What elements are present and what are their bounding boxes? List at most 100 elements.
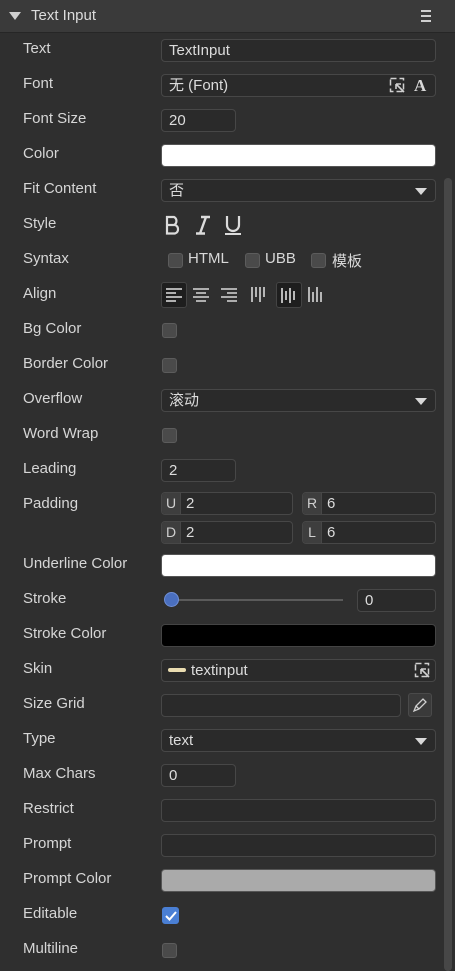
fit-content-select[interactable]: 否 bbox=[161, 179, 436, 202]
label-border-color: Border Color bbox=[23, 355, 109, 372]
size-grid-input[interactable] bbox=[161, 694, 401, 717]
label-size-grid: Size Grid bbox=[23, 695, 85, 712]
row-syntax: Syntax HTML UBB 模板 bbox=[0, 243, 455, 278]
row-max-chars: Max Chars 0 bbox=[0, 758, 455, 793]
syntax-html-label: HTML bbox=[188, 250, 229, 267]
label-syntax: Syntax bbox=[23, 250, 69, 267]
label-word-wrap: Word Wrap bbox=[23, 425, 99, 442]
restrict-input[interactable] bbox=[161, 799, 436, 822]
label-align: Align bbox=[23, 285, 57, 302]
row-align: Align bbox=[0, 278, 455, 313]
word-wrap-checkbox[interactable] bbox=[162, 428, 177, 443]
leading-input[interactable]: 2 bbox=[161, 459, 236, 482]
stroke-input[interactable]: 0 bbox=[357, 589, 436, 612]
row-stroke-color: Stroke Color bbox=[0, 618, 455, 653]
row-style: Style bbox=[0, 208, 455, 243]
valign-middle-button[interactable] bbox=[276, 282, 302, 308]
row-leading: Leading 2 bbox=[0, 453, 455, 488]
row-bg-color: Bg Color bbox=[0, 313, 455, 348]
label-underline-color: Underline Color bbox=[23, 555, 128, 572]
padding-top-prefix: U bbox=[162, 493, 181, 514]
overflow-select[interactable]: 滚动 bbox=[161, 389, 436, 412]
row-word-wrap: Word Wrap bbox=[0, 418, 455, 453]
padding-right-value: 6 bbox=[327, 495, 336, 512]
label-text: Text bbox=[23, 40, 51, 57]
stroke-slider-handle[interactable] bbox=[164, 592, 179, 607]
label-color: Color bbox=[23, 145, 59, 162]
row-border-color: Border Color bbox=[0, 348, 455, 383]
padding-right-prefix: R bbox=[303, 493, 322, 514]
padding-bottom-input[interactable]: D 2 bbox=[161, 521, 293, 544]
label-stroke: Stroke bbox=[23, 590, 67, 607]
prompt-color-swatch[interactable] bbox=[161, 869, 436, 892]
row-restrict: Restrict bbox=[0, 793, 455, 828]
row-font: Font 无 (Font) A bbox=[0, 68, 455, 103]
font-value: 无 (Font) bbox=[169, 77, 229, 94]
type-select[interactable]: text bbox=[161, 729, 436, 752]
font-letter-icon[interactable]: A bbox=[413, 76, 429, 94]
row-size-grid: Size Grid bbox=[0, 688, 455, 723]
valign-middle-icon bbox=[281, 288, 295, 303]
pick-resource-icon[interactable] bbox=[414, 662, 431, 679]
align-center-icon[interactable] bbox=[193, 288, 209, 302]
italic-icon[interactable] bbox=[193, 214, 213, 236]
label-stroke-color: Stroke Color bbox=[23, 625, 107, 642]
align-right-icon[interactable] bbox=[221, 288, 237, 302]
valign-top-icon[interactable] bbox=[251, 286, 268, 303]
row-underline-color: Underline Color bbox=[0, 548, 455, 583]
bg-color-checkbox[interactable] bbox=[162, 323, 177, 338]
align-left-button[interactable] bbox=[161, 282, 187, 308]
menu-icon[interactable] bbox=[421, 10, 431, 25]
padding-right-input[interactable]: R 6 bbox=[302, 492, 436, 515]
label-editable: Editable bbox=[23, 905, 78, 922]
chevron-down-icon bbox=[415, 188, 427, 195]
label-font: Font bbox=[23, 75, 54, 92]
editable-checkbox[interactable] bbox=[162, 907, 179, 924]
pick-target-icon[interactable] bbox=[389, 77, 406, 94]
stroke-slider-track[interactable] bbox=[172, 599, 343, 601]
underline-icon[interactable] bbox=[223, 214, 243, 236]
border-color-checkbox[interactable] bbox=[162, 358, 177, 373]
skin-field[interactable]: textinput bbox=[161, 659, 436, 682]
syntax-template-checkbox[interactable] bbox=[311, 253, 326, 268]
overflow-value: 滚动 bbox=[169, 392, 200, 409]
padding-bottom-value: 2 bbox=[186, 524, 195, 541]
syntax-ubb-checkbox[interactable] bbox=[245, 253, 260, 268]
label-bg-color: Bg Color bbox=[23, 320, 82, 337]
valign-bottom-icon[interactable] bbox=[308, 286, 325, 303]
fit-content-value: 否 bbox=[169, 182, 185, 199]
skin-image-icon bbox=[168, 668, 186, 672]
row-overflow: Overflow 滚动 bbox=[0, 383, 455, 418]
row-padding: Padding U 2 R 6 D 2 L 6 bbox=[0, 488, 455, 548]
label-leading: Leading bbox=[23, 460, 77, 477]
svg-text:A: A bbox=[414, 76, 427, 94]
chevron-down-icon bbox=[415, 398, 427, 405]
skin-value: textinput bbox=[191, 662, 248, 679]
label-restrict: Restrict bbox=[23, 800, 74, 817]
text-input[interactable]: TextInput bbox=[161, 39, 436, 62]
padding-left-value: 6 bbox=[327, 524, 336, 541]
label-prompt: Prompt bbox=[23, 835, 72, 852]
underline-color-swatch[interactable] bbox=[161, 554, 436, 577]
multiline-checkbox[interactable] bbox=[162, 943, 177, 958]
max-chars-input[interactable]: 0 bbox=[161, 764, 236, 787]
row-prompt: Prompt bbox=[0, 828, 455, 863]
padding-top-input[interactable]: U 2 bbox=[161, 492, 293, 515]
row-skin: Skin textinput bbox=[0, 653, 455, 688]
color-swatch[interactable] bbox=[161, 144, 436, 167]
stroke-color-swatch[interactable] bbox=[161, 624, 436, 647]
syntax-html-checkbox[interactable] bbox=[168, 253, 183, 268]
font-size-input[interactable]: 20 bbox=[161, 109, 236, 132]
panel-header[interactable]: Text Input bbox=[0, 0, 455, 33]
padding-bottom-prefix: D bbox=[162, 522, 181, 543]
label-type: Type bbox=[23, 730, 56, 747]
label-font-size: Font Size bbox=[23, 110, 87, 127]
row-type: Type text bbox=[0, 723, 455, 758]
collapse-triangle-icon[interactable] bbox=[9, 12, 21, 20]
prompt-input[interactable] bbox=[161, 834, 436, 857]
size-grid-edit-button[interactable] bbox=[408, 693, 432, 717]
bold-icon[interactable] bbox=[163, 214, 183, 236]
row-font-size: Font Size 20 bbox=[0, 103, 455, 138]
panel-title: Text Input bbox=[31, 7, 97, 24]
padding-left-input[interactable]: L 6 bbox=[302, 521, 436, 544]
